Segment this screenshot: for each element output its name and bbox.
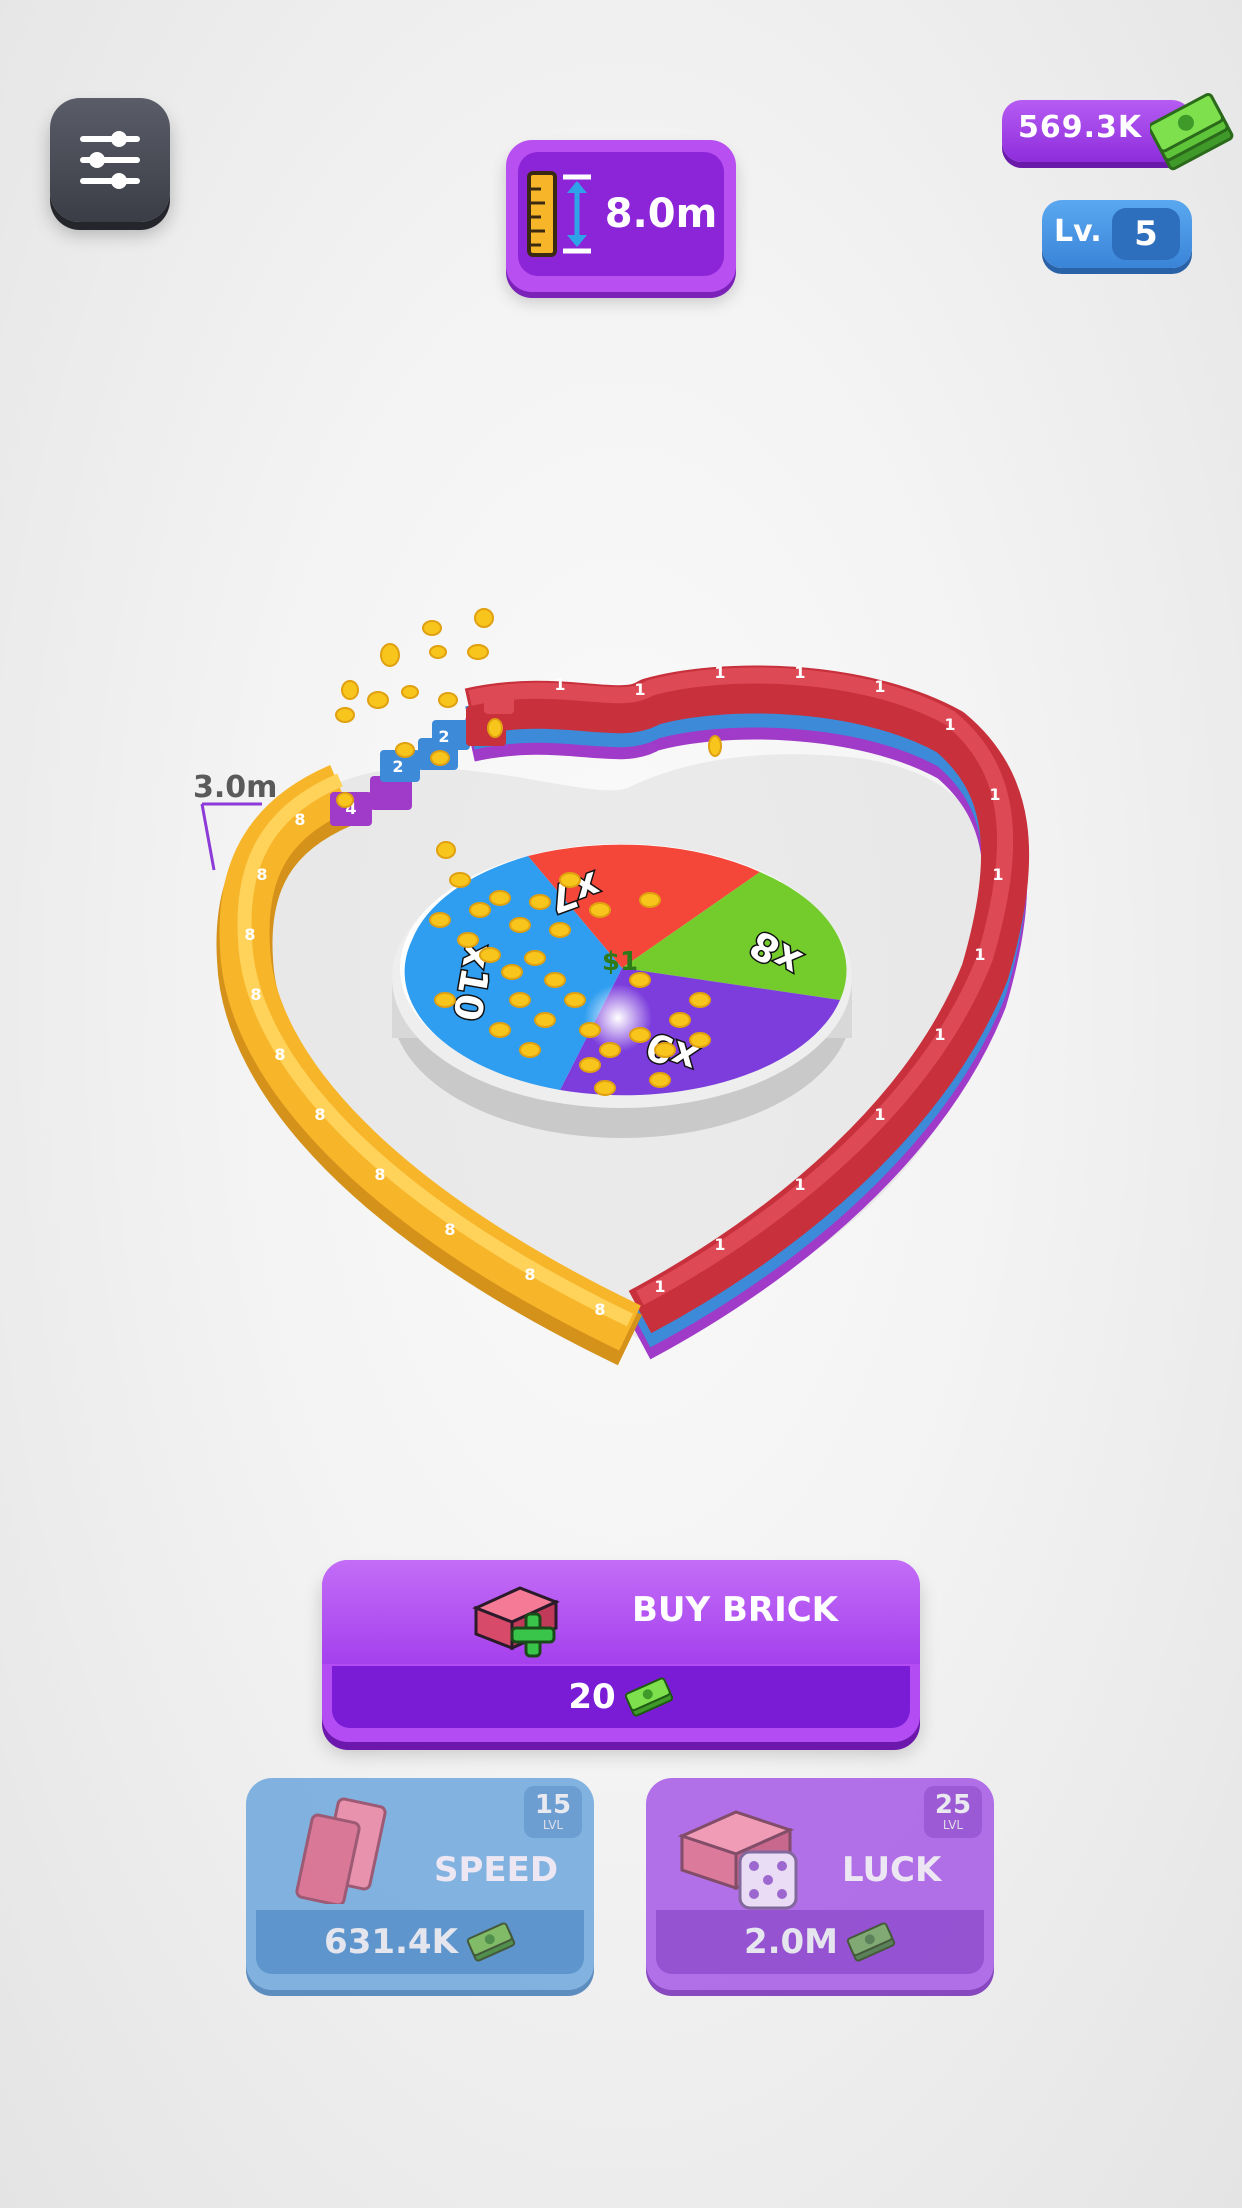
cash-icon — [624, 1677, 673, 1717]
sliders-icon — [80, 131, 140, 189]
cash-icon — [466, 1922, 516, 1962]
yellow-brick-value: 8 — [250, 985, 261, 1004]
yellow-brick-value: 8 — [374, 1165, 385, 1184]
height-value: 8.0m — [604, 191, 718, 237]
speed-level-badge: 15 LVL — [524, 1786, 582, 1838]
center-value-label: $1 — [602, 947, 638, 977]
yellow-brick-value: 8 — [294, 810, 305, 829]
speed-label: SPEED — [434, 1850, 559, 1890]
luck-cost: 2.0M — [743, 1922, 839, 1962]
red-brick-value: 1 — [714, 1235, 725, 1254]
yellow-brick-value: 8 — [444, 1220, 455, 1239]
yellow-brick-value: 8 — [274, 1045, 285, 1064]
yellow-brick-value: 8 — [524, 1265, 535, 1284]
blue-brick-value: 2 — [392, 757, 403, 776]
yellow-brick-value: 8 — [244, 925, 255, 944]
buy-brick-cost: 20 — [568, 1677, 616, 1717]
red-brick-value: 1 — [989, 785, 1000, 804]
bricks-stack-icon — [295, 1797, 387, 1904]
luck-label: LUCK — [842, 1850, 942, 1890]
buy-brick-button[interactable]: BUY BRICK 20 — [322, 1560, 920, 1742]
brick — [484, 692, 514, 714]
red-brick-value: 1 — [944, 715, 955, 734]
red-brick-value: 1 — [654, 1277, 665, 1296]
speed-cost: 631.4K — [324, 1922, 458, 1962]
level-prefix: Lv. — [1054, 214, 1102, 249]
buy-brick-label: BUY BRICK — [632, 1590, 839, 1630]
blue-brick-value: 2 — [438, 727, 449, 746]
red-brick-value: 1 — [874, 677, 885, 696]
red-brick-value: 1 — [794, 663, 805, 682]
level-indicator: Lv. 5 — [1042, 200, 1192, 268]
red-brick-value: 1 — [714, 663, 725, 682]
yellow-brick-value: 8 — [256, 865, 267, 884]
red-brick-value: 1 — [634, 680, 645, 699]
red-brick-value: 1 — [934, 1025, 945, 1044]
cash-icon — [846, 1922, 896, 1962]
luck-level-value: 25 — [934, 1790, 972, 1820]
luck-level-badge: 25 LVL — [924, 1786, 982, 1838]
speed-level-caption: LVL — [542, 1818, 564, 1832]
red-brick-value: 1 — [974, 945, 985, 964]
luck-level-caption: LVL — [942, 1818, 964, 1832]
red-brick-value: 1 — [874, 1105, 885, 1124]
red-brick-value: 1 — [554, 675, 565, 694]
yellow-brick-value: 8 — [594, 1300, 605, 1319]
settings-button[interactable] — [50, 98, 170, 222]
luck-upgrade-button[interactable]: LUCK 25 LVL 2.0M — [646, 1778, 994, 1990]
ruler-height-icon — [526, 171, 591, 257]
brick-dice-icon — [677, 1810, 798, 1910]
speed-upgrade-button[interactable]: SPEED 15 LVL 631.4K — [246, 1778, 594, 1990]
height-badge: 8.0m — [506, 140, 736, 292]
speed-level-value: 15 — [534, 1790, 572, 1820]
cash-stack-icon — [1150, 92, 1234, 171]
yellow-brick-value: 8 — [314, 1105, 325, 1124]
game-board[interactable]: 1 1 1 1 1 1 1 1 1 1 1 1 1 1 8 8 8 8 8 8 … — [0, 580, 1242, 1380]
level-value: 5 — [1134, 214, 1158, 254]
red-brick-value: 1 — [992, 865, 1003, 884]
multiplier-wheel[interactable]: x7 x8 x9 x10 $1 — [392, 844, 852, 1138]
red-brick-value: 1 — [794, 1175, 805, 1194]
money-value: 569.3K — [1018, 110, 1143, 145]
brick-plus-icon — [472, 1586, 560, 1658]
